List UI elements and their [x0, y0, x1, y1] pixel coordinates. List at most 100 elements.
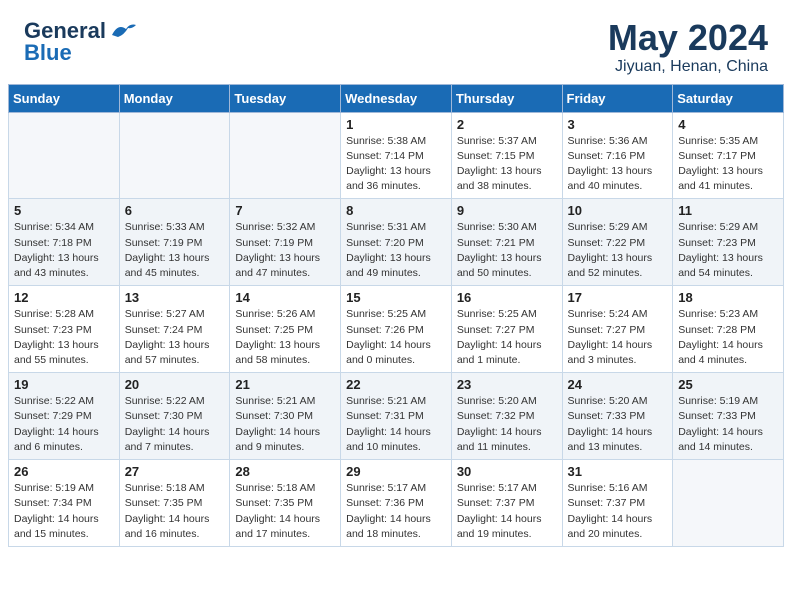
calendar-cell: 26Sunrise: 5:19 AM Sunset: 7:34 PM Dayli… [9, 460, 120, 547]
day-info: Sunrise: 5:29 AM Sunset: 7:23 PM Dayligh… [678, 220, 778, 281]
calendar-cell [119, 112, 230, 199]
day-info: Sunrise: 5:23 AM Sunset: 7:28 PM Dayligh… [678, 307, 778, 368]
calendar-table: SundayMondayTuesdayWednesdayThursdayFrid… [8, 84, 784, 547]
calendar-week: 26Sunrise: 5:19 AM Sunset: 7:34 PM Dayli… [9, 460, 784, 547]
calendar-cell: 2 Sunrise: 5:37 AM Sunset: 7:15 PM Daylig… [451, 112, 562, 199]
day-info: Sunrise: 5:17 AM Sunset: 7:36 PM Dayligh… [346, 481, 446, 542]
day-number: 7 [235, 203, 335, 218]
calendar-cell: 13Sunrise: 5:27 AM Sunset: 7:24 PM Dayli… [119, 286, 230, 373]
calendar-cell: 27 Sunrise: 5:18 AM Sunset: 7:35 PM Dayli… [119, 460, 230, 547]
calendar-week: 1Sunrise: 5:38 AM Sunset: 7:14 PM Daylig… [9, 112, 784, 199]
calendar-cell: 9 Sunrise: 5:30 AM Sunset: 7:21 PM Daylig… [451, 199, 562, 286]
weekday-header: Friday [562, 84, 673, 112]
day-number: 31 [568, 464, 668, 479]
day-info: Sunrise: 5:37 AM Sunset: 7:15 PM Dayligh… [457, 134, 557, 195]
calendar-cell: 10 Sunrise: 5:29 AM Sunset: 7:22 PM Dayli… [562, 199, 673, 286]
day-number: 23 [457, 377, 557, 392]
day-number: 15 [346, 290, 446, 305]
calendar-cell: 23 Sunrise: 5:20 AM Sunset: 7:32 PM Dayli… [451, 373, 562, 460]
calendar-cell: 22 Sunrise: 5:21 AM Sunset: 7:31 PM Dayli… [341, 373, 452, 460]
day-info: Sunrise: 5:22 AM Sunset: 7:29 PM Dayligh… [14, 394, 114, 455]
day-info: Sunrise: 5:31 AM Sunset: 7:20 PM Dayligh… [346, 220, 446, 281]
calendar-cell: 31 Sunrise: 5:16 AM Sunset: 7:37 PM Dayli… [562, 460, 673, 547]
logo-bird-icon [110, 21, 138, 41]
day-number: 24 [568, 377, 668, 392]
day-number: 28 [235, 464, 335, 479]
weekday-header: Monday [119, 84, 230, 112]
calendar-cell: 14Sunrise: 5:26 AM Sunset: 7:25 PM Dayli… [230, 286, 341, 373]
calendar-cell: 20 Sunrise: 5:22 AM Sunset: 7:30 PM Dayli… [119, 373, 230, 460]
day-number: 13 [125, 290, 225, 305]
day-info: Sunrise: 5:19 AM Sunset: 7:34 PM Dayligh… [14, 481, 114, 542]
calendar-subtitle: Jiyuan, Henan, China [608, 58, 768, 76]
day-number: 18 [678, 290, 778, 305]
day-number: 22 [346, 377, 446, 392]
day-number: 5 [14, 203, 114, 218]
calendar-week: 19Sunrise: 5:22 AM Sunset: 7:29 PM Dayli… [9, 373, 784, 460]
day-info: Sunrise: 5:22 AM Sunset: 7:30 PM Dayligh… [125, 394, 225, 455]
day-number: 2 [457, 117, 557, 132]
day-info: Sunrise: 5:34 AM Sunset: 7:18 PM Dayligh… [14, 220, 114, 281]
calendar-cell: 24Sunrise: 5:20 AM Sunset: 7:33 PM Dayli… [562, 373, 673, 460]
page-header: General Blue May 2024 Jiyuan, Henan, Chi… [0, 0, 792, 84]
day-info: Sunrise: 5:25 AM Sunset: 7:27 PM Dayligh… [457, 307, 557, 368]
calendar-cell: 8 Sunrise: 5:31 AM Sunset: 7:20 PM Daylig… [341, 199, 452, 286]
calendar-cell: 19Sunrise: 5:22 AM Sunset: 7:29 PM Dayli… [9, 373, 120, 460]
calendar-cell [230, 112, 341, 199]
day-info: Sunrise: 5:18 AM Sunset: 7:35 PM Dayligh… [125, 481, 225, 542]
day-info: Sunrise: 5:26 AM Sunset: 7:25 PM Dayligh… [235, 307, 335, 368]
day-info: Sunrise: 5:19 AM Sunset: 7:33 PM Dayligh… [678, 394, 778, 455]
day-info: Sunrise: 5:36 AM Sunset: 7:16 PM Dayligh… [568, 134, 668, 195]
calendar-week: 12 Sunrise: 5:28 AM Sunset: 7:23 PM Dayli… [9, 286, 784, 373]
day-info: Sunrise: 5:38 AM Sunset: 7:14 PM Dayligh… [346, 134, 446, 195]
day-info: Sunrise: 5:16 AM Sunset: 7:37 PM Dayligh… [568, 481, 668, 542]
day-info: Sunrise: 5:35 AM Sunset: 7:17 PM Dayligh… [678, 134, 778, 195]
header-row: SundayMondayTuesdayWednesdayThursdayFrid… [9, 84, 784, 112]
logo-blue-text: Blue [24, 40, 72, 66]
day-number: 3 [568, 117, 668, 132]
title-area: May 2024 Jiyuan, Henan, China [608, 18, 768, 76]
day-info: Sunrise: 5:17 AM Sunset: 7:37 PM Dayligh… [457, 481, 557, 542]
calendar-cell: 25Sunrise: 5:19 AM Sunset: 7:33 PM Dayli… [673, 373, 784, 460]
calendar-cell: 11 Sunrise: 5:29 AM Sunset: 7:23 PM Dayli… [673, 199, 784, 286]
day-info: Sunrise: 5:21 AM Sunset: 7:30 PM Dayligh… [235, 394, 335, 455]
calendar-cell: 21Sunrise: 5:21 AM Sunset: 7:30 PM Dayli… [230, 373, 341, 460]
day-number: 12 [14, 290, 114, 305]
day-info: Sunrise: 5:20 AM Sunset: 7:32 PM Dayligh… [457, 394, 557, 455]
day-number: 17 [568, 290, 668, 305]
day-info: Sunrise: 5:33 AM Sunset: 7:19 PM Dayligh… [125, 220, 225, 281]
day-number: 10 [568, 203, 668, 218]
weekday-header: Saturday [673, 84, 784, 112]
calendar-cell: 1Sunrise: 5:38 AM Sunset: 7:14 PM Daylig… [341, 112, 452, 199]
calendar-cell: 7 Sunrise: 5:32 AM Sunset: 7:19 PM Daylig… [230, 199, 341, 286]
weekday-header: Thursday [451, 84, 562, 112]
weekday-header: Sunday [9, 84, 120, 112]
calendar-cell: 12 Sunrise: 5:28 AM Sunset: 7:23 PM Dayli… [9, 286, 120, 373]
day-info: Sunrise: 5:18 AM Sunset: 7:35 PM Dayligh… [235, 481, 335, 542]
day-number: 27 [125, 464, 225, 479]
day-info: Sunrise: 5:21 AM Sunset: 7:31 PM Dayligh… [346, 394, 446, 455]
day-info: Sunrise: 5:30 AM Sunset: 7:21 PM Dayligh… [457, 220, 557, 281]
weekday-header: Tuesday [230, 84, 341, 112]
day-number: 30 [457, 464, 557, 479]
calendar-cell: 5 Sunrise: 5:34 AM Sunset: 7:18 PM Daylig… [9, 199, 120, 286]
day-number: 11 [678, 203, 778, 218]
calendar-cell [673, 460, 784, 547]
day-number: 9 [457, 203, 557, 218]
calendar-title: May 2024 [608, 18, 768, 58]
calendar-cell: 6Sunrise: 5:33 AM Sunset: 7:19 PM Daylig… [119, 199, 230, 286]
logo: General Blue [24, 18, 138, 66]
day-number: 8 [346, 203, 446, 218]
calendar-cell: 4 Sunrise: 5:35 AM Sunset: 7:17 PM Daylig… [673, 112, 784, 199]
day-number: 4 [678, 117, 778, 132]
calendar-cell: 30 Sunrise: 5:17 AM Sunset: 7:37 PM Dayli… [451, 460, 562, 547]
day-number: 16 [457, 290, 557, 305]
day-info: Sunrise: 5:29 AM Sunset: 7:22 PM Dayligh… [568, 220, 668, 281]
day-info: Sunrise: 5:28 AM Sunset: 7:23 PM Dayligh… [14, 307, 114, 368]
calendar-cell: 15Sunrise: 5:25 AM Sunset: 7:26 PM Dayli… [341, 286, 452, 373]
day-number: 29 [346, 464, 446, 479]
day-info: Sunrise: 5:24 AM Sunset: 7:27 PM Dayligh… [568, 307, 668, 368]
calendar-cell: 28 Sunrise: 5:18 AM Sunset: 7:35 PM Dayli… [230, 460, 341, 547]
day-info: Sunrise: 5:32 AM Sunset: 7:19 PM Dayligh… [235, 220, 335, 281]
day-number: 20 [125, 377, 225, 392]
